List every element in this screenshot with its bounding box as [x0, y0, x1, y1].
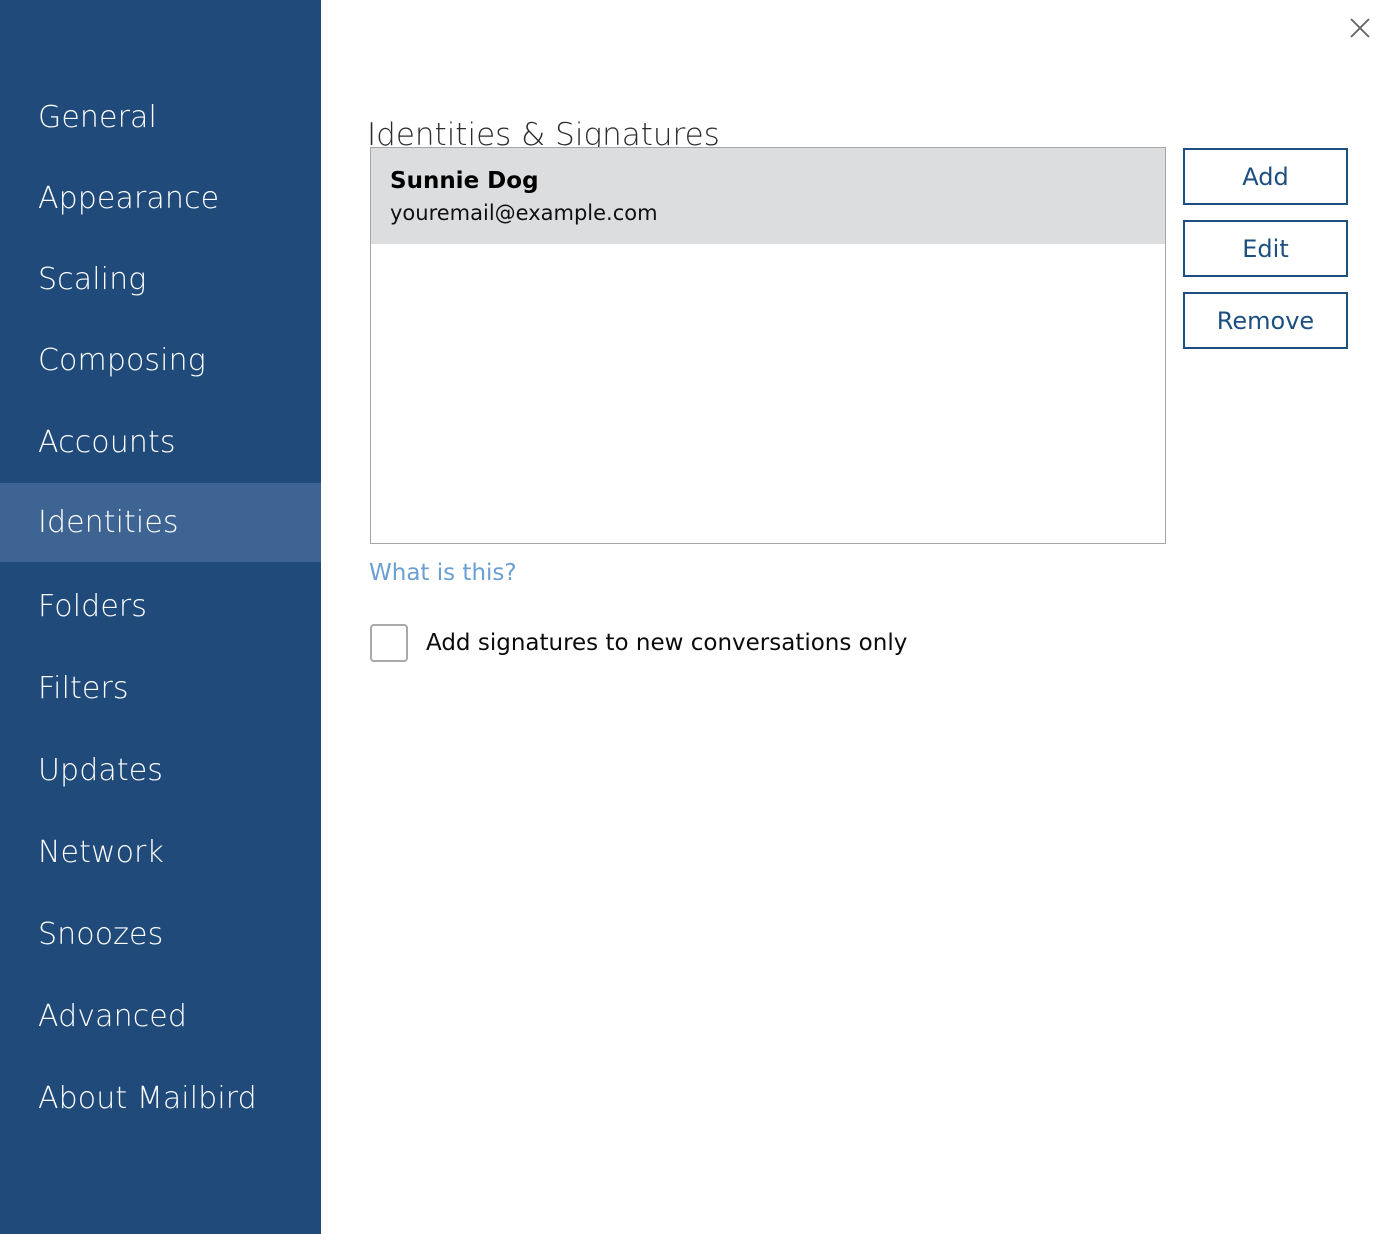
add-signatures-label: Add signatures to new conversations only	[426, 630, 908, 656]
add-signatures-checkbox[interactable]	[370, 624, 408, 662]
sidebar-item-label: Appearance	[38, 180, 220, 216]
remove-identity-button[interactable]: Remove	[1183, 292, 1348, 349]
sidebar-item-label: General	[38, 99, 157, 135]
what-is-this-link[interactable]: What is this?	[369, 560, 517, 586]
close-icon	[1347, 15, 1373, 41]
signature-option-row: Add signatures to new conversations only	[370, 624, 907, 662]
sidebar-item-label: Composing	[38, 342, 206, 378]
identity-name: Sunnie Dog	[390, 168, 539, 194]
sidebar-item-label: About Mailbird	[38, 1080, 257, 1116]
sidebar-item-general[interactable]: General	[0, 78, 321, 157]
close-window-button[interactable]	[1338, 8, 1382, 48]
add-identity-button[interactable]: Add	[1183, 148, 1348, 205]
sidebar-item-advanced[interactable]: Advanced	[0, 977, 321, 1056]
settings-sidebar: General Appearance Scaling Composing Acc…	[0, 0, 321, 1234]
sidebar-item-updates[interactable]: Updates	[0, 731, 321, 810]
sidebar-item-label: Advanced	[38, 998, 187, 1034]
sidebar-item-label: Snoozes	[38, 916, 164, 952]
sidebar-item-label: Scaling	[38, 261, 147, 297]
edit-identity-button[interactable]: Edit	[1183, 220, 1348, 277]
sidebar-item-appearance[interactable]: Appearance	[0, 159, 321, 238]
identity-email: youremail@example.com	[390, 201, 658, 226]
sidebar-item-network[interactable]: Network	[0, 813, 321, 892]
sidebar-item-label: Filters	[38, 670, 129, 706]
identity-actions: Add Edit Remove	[1183, 148, 1348, 364]
sidebar-item-label: Network	[38, 834, 164, 870]
sidebar-item-label: Folders	[38, 588, 148, 624]
sidebar-item-scaling[interactable]: Scaling	[0, 240, 321, 319]
sidebar-item-label: Identities	[38, 504, 179, 540]
list-item[interactable]: Sunnie Dog youremail@example.com	[371, 148, 1165, 245]
sidebar-item-label: Accounts	[38, 424, 176, 460]
sidebar-item-accounts[interactable]: Accounts	[0, 403, 321, 482]
sidebar-item-snoozes[interactable]: Snoozes	[0, 895, 321, 974]
settings-content-panel: Identities & Signatures Sunnie Dog youre…	[321, 0, 1394, 1234]
identity-list[interactable]: Sunnie Dog youremail@example.com	[370, 147, 1166, 544]
sidebar-item-label: Updates	[38, 752, 163, 788]
sidebar-item-composing[interactable]: Composing	[0, 321, 321, 400]
sidebar-item-filters[interactable]: Filters	[0, 649, 321, 728]
sidebar-item-folders[interactable]: Folders	[0, 567, 321, 646]
sidebar-item-about-mailbird[interactable]: About Mailbird	[0, 1059, 321, 1138]
sidebar-item-identities[interactable]: Identities	[0, 483, 321, 562]
